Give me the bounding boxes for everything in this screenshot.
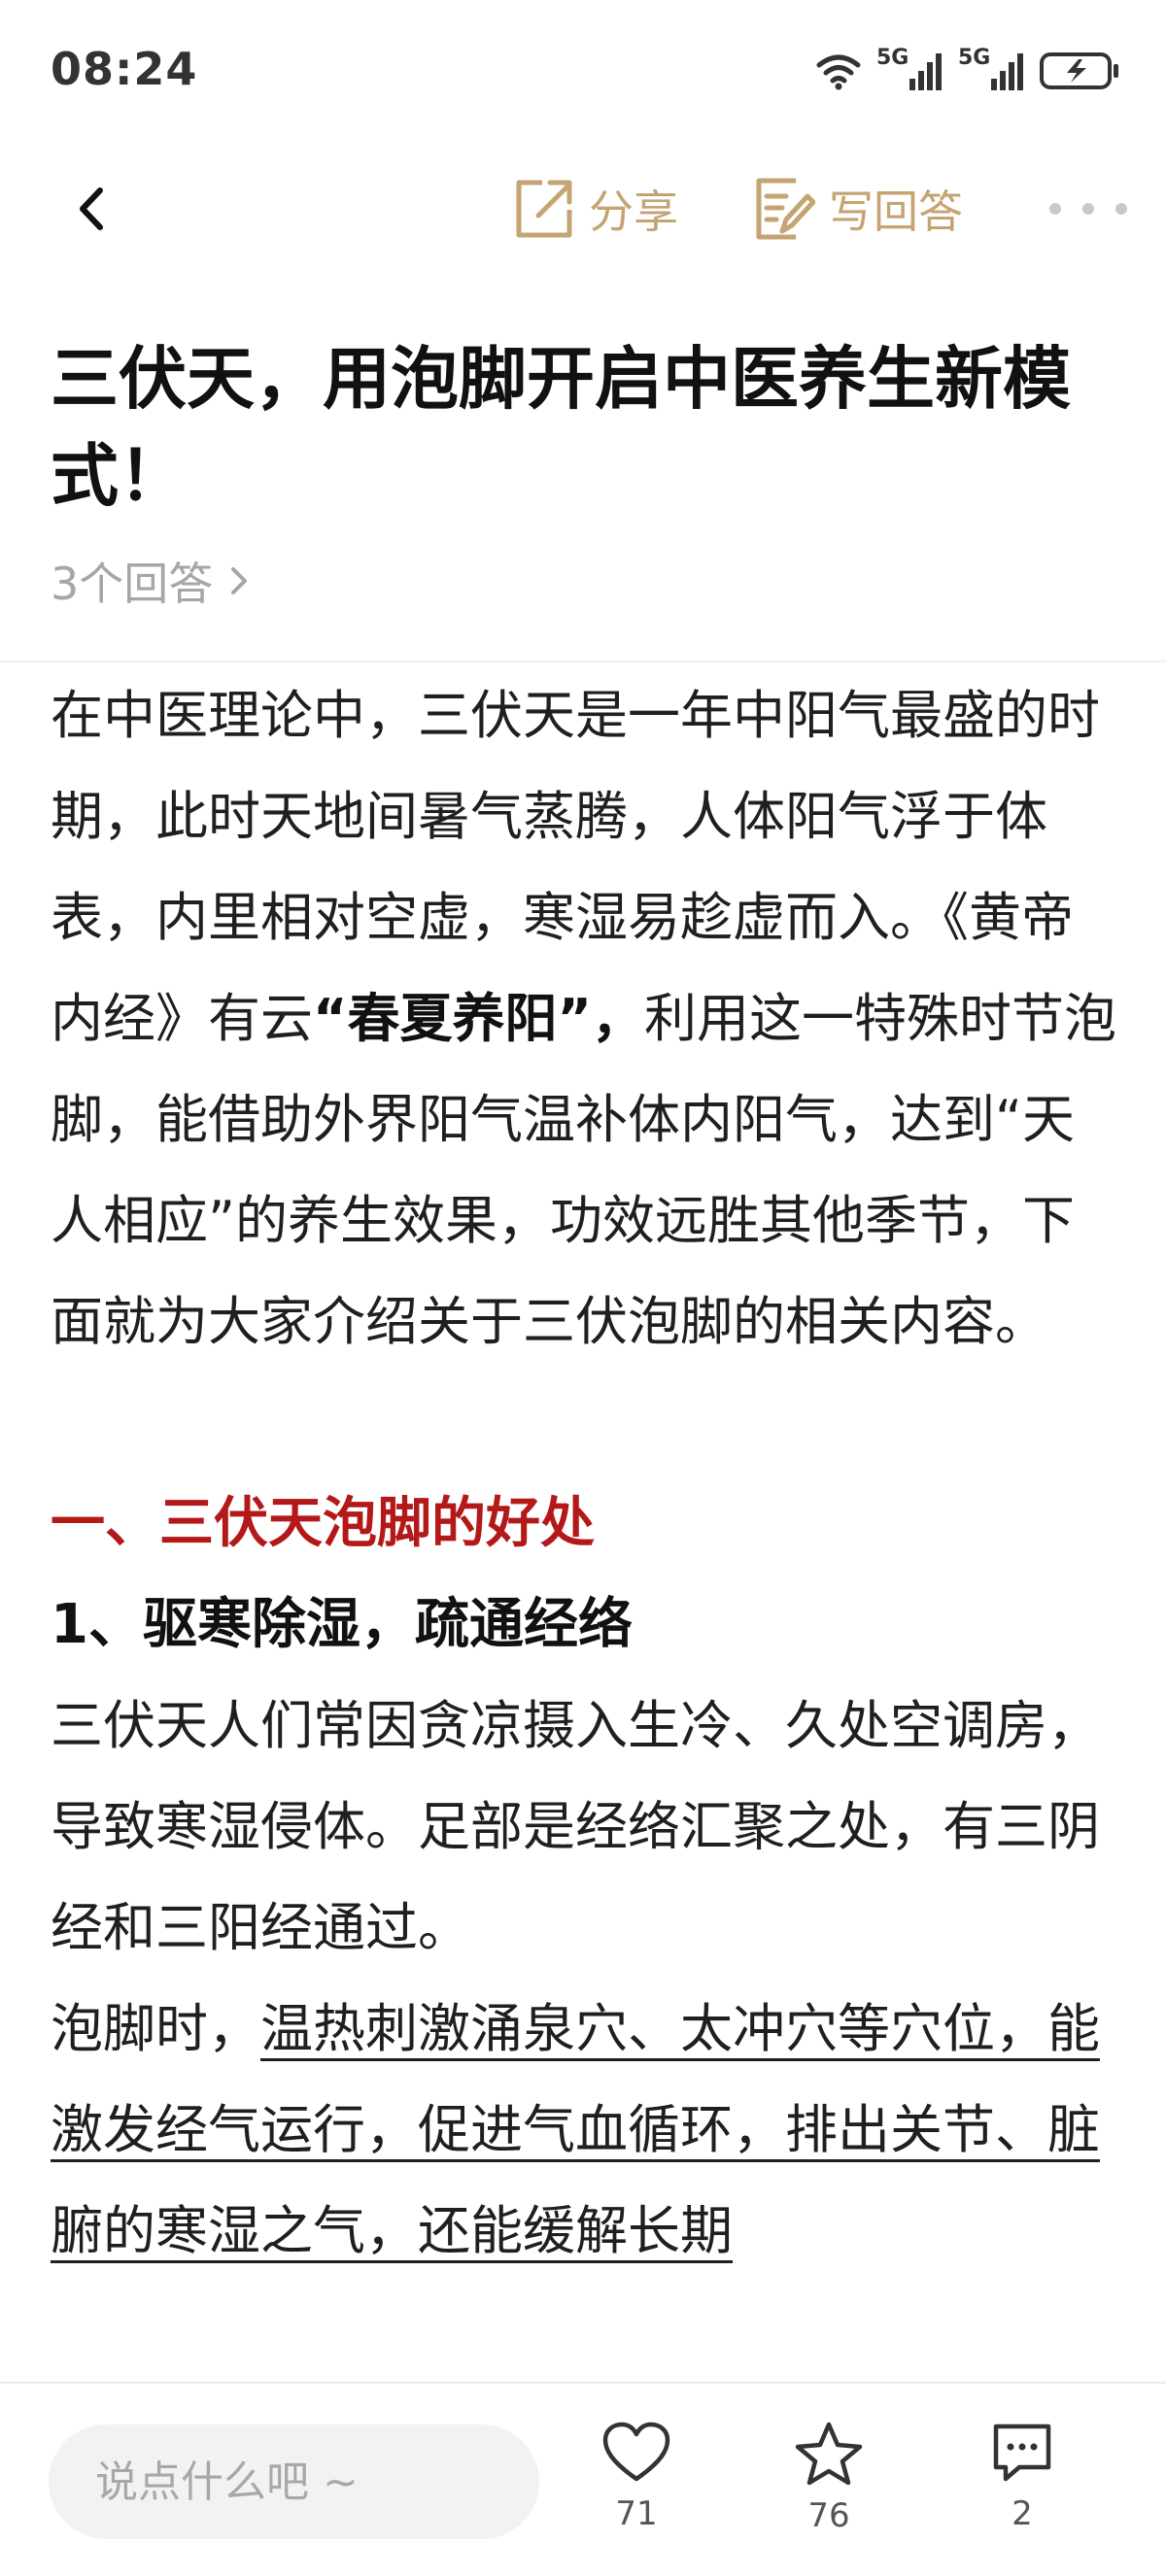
intro-paragraph: 在中医理论中，三伏天是一年中阳气最盛的时期，此时天地间暑气蒸腾，人体阳气浮于体表…	[51, 665, 1124, 1373]
battery-icon	[1040, 52, 1118, 89]
nav-bar: 分享 写回答	[0, 146, 1166, 267]
more-icon-dot	[1082, 203, 1094, 215]
sub-heading: 1、驱寒除湿，疏通经络	[51, 1593, 633, 1656]
status-bar: 08:24 5G 5G	[0, 0, 1166, 146]
write-answer-icon	[756, 178, 815, 240]
share-label: 分享	[589, 186, 678, 238]
share-button[interactable]: 分享	[513, 173, 678, 245]
signal-icon	[909, 53, 942, 90]
more-button[interactable]	[1049, 175, 1127, 243]
back-button[interactable]	[58, 175, 126, 243]
wifi-icon	[816, 54, 861, 90]
share-icon	[516, 180, 572, 238]
body-paragraph: 泡脚时，温热刺激涌泉穴、太冲穴等穴位，能激发经气运行，促进气血循环，排出关节、脏…	[51, 1979, 1124, 2282]
comment-icon	[993, 2423, 1051, 2482]
comment-count: 2	[1012, 2494, 1033, 2533]
body-text: 泡脚时，	[51, 1998, 260, 2059]
header-divider	[0, 661, 1166, 662]
answer-count-link[interactable]: 3个回答	[51, 549, 250, 613]
status-icons: 5G 5G	[814, 46, 1119, 95]
chevron-right-icon	[231, 567, 248, 594]
bottom-action-bar: 71 76 2	[0, 2382, 1166, 2576]
section-heading: 一、三伏天泡脚的好处	[51, 1492, 595, 1555]
back-icon	[80, 187, 103, 230]
answer-content: 在中医理论中，三伏天是一年中阳气最盛的时期，此时天地间暑气蒸腾，人体阳气浮于体表…	[51, 665, 1124, 2282]
favorite-button[interactable]: 76	[761, 2421, 897, 2535]
more-icon-dot	[1049, 203, 1061, 215]
question-title: 三伏天，用泡脚开启中医养生新模式！	[51, 339, 1071, 516]
status-time: 08:24	[51, 43, 198, 95]
answer-count-label: 3个回答	[51, 558, 214, 610]
write-answer-button[interactable]: 写回答	[753, 173, 963, 245]
signal-2: 5G	[958, 46, 1026, 92]
signal-icon	[991, 53, 1023, 90]
star-icon	[795, 2422, 863, 2486]
favorite-count: 76	[807, 2496, 850, 2535]
signal-1: 5G	[876, 46, 944, 92]
body-paragraph: 三伏天人们常因贪凉摄入生冷、久处空调房，导致寒湿侵体。足部是经络汇聚之处，有三阴…	[51, 1695, 1100, 1958]
write-answer-label: 写回答	[829, 186, 963, 238]
like-button[interactable]: 71	[568, 2421, 704, 2533]
comments-button[interactable]: 2	[954, 2421, 1090, 2533]
heart-icon	[602, 2422, 670, 2482]
intro-quote-bold: “春夏养阳”，	[313, 988, 644, 1049]
comment-input[interactable]	[49, 2424, 539, 2539]
like-count: 71	[615, 2494, 658, 2533]
more-icon-dot	[1115, 203, 1127, 215]
